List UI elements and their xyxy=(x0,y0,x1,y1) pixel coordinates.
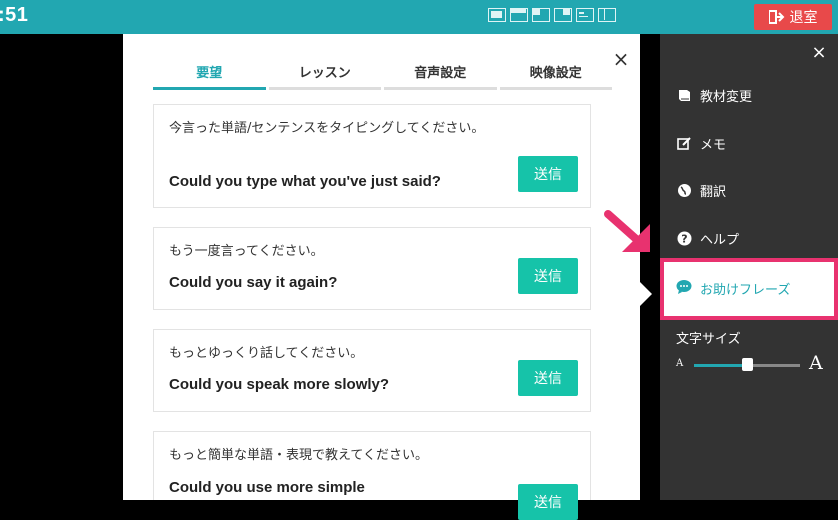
phrase-english: Could you type what you've just said? xyxy=(169,173,441,190)
phrase-japanese: 今言った単語/センテンスをタイピングしてください。 xyxy=(169,121,485,136)
exit-room-button[interactable]: 退室 xyxy=(754,4,832,30)
chat-bubble-icon xyxy=(676,279,692,298)
panel-pointer-icon xyxy=(640,282,652,306)
phrase-english: Could you use more simple xyxy=(169,479,365,496)
modal-gutter xyxy=(640,34,660,500)
font-size-slider-fill xyxy=(694,364,747,367)
annotation-arrow-icon xyxy=(604,210,650,252)
sidebar-item-memo[interactable]: メモ xyxy=(676,131,726,155)
tab-audio-settings[interactable]: 音声設定 xyxy=(384,62,497,90)
font-size-label: 文字サイズ xyxy=(676,332,741,347)
sidebar-close-icon[interactable]: × xyxy=(809,43,829,63)
top-bar: :51 退室 xyxy=(0,0,838,34)
phrase-card: もう一度言ってください。 Could you say it again? 送信 xyxy=(153,227,591,310)
layout-split-top-icon[interactable] xyxy=(510,8,528,22)
font-size-small-icon: A xyxy=(676,358,684,369)
font-size-slider-handle[interactable] xyxy=(742,358,753,371)
exit-label: 退室 xyxy=(789,10,818,26)
layout-switcher xyxy=(488,8,616,26)
sidebar-item-help-phrases[interactable]: お助けフレーズ xyxy=(676,278,790,298)
layout-grid-icon[interactable] xyxy=(532,8,550,22)
layout-cards-icon[interactable] xyxy=(554,8,572,22)
tab-request[interactable]: 要望 xyxy=(153,62,266,90)
layout-columns-icon[interactable] xyxy=(598,8,616,22)
sidebar-item-help[interactable]: ? ヘルプ xyxy=(676,226,739,250)
modal-close-icon[interactable]: × xyxy=(610,48,632,70)
sidebar-item-label: 教材変更 xyxy=(700,89,753,105)
phrase-english: Could you speak more slowly? xyxy=(169,376,390,393)
send-button[interactable]: 送信 xyxy=(518,360,578,396)
edit-icon xyxy=(676,135,692,151)
send-button[interactable]: 送信 xyxy=(518,258,578,294)
svg-text:?: ? xyxy=(681,232,687,245)
send-button[interactable]: 送信 xyxy=(518,156,578,192)
sidebar-item-label: メモ xyxy=(700,137,727,153)
tab-video-settings[interactable]: 映像設定 xyxy=(499,62,612,90)
phrase-japanese: もう一度言ってください。 xyxy=(169,244,324,259)
sidebar-item-label: お助けフレーズ xyxy=(700,282,791,298)
exit-icon xyxy=(768,10,785,24)
sidebar-item-change-material[interactable]: 教材変更 xyxy=(676,83,752,107)
tab-lesson[interactable]: レッスン xyxy=(268,62,381,90)
help-icon: ? xyxy=(676,230,692,246)
phrase-card: もっと簡単な単語・表現で教えてください。 Could you use more … xyxy=(153,431,591,520)
layout-text-icon[interactable] xyxy=(576,8,594,22)
lesson-timer: :51 xyxy=(0,4,29,26)
phrase-japanese: もっとゆっくり話してください。 xyxy=(169,346,364,361)
sidebar-item-label: 翻訳 xyxy=(700,184,727,200)
book-icon xyxy=(676,87,692,103)
phrase-english: Could you say it again? xyxy=(169,274,338,291)
send-button[interactable]: 送信 xyxy=(518,484,578,520)
phrase-card: 今言った単語/センテンスをタイピングしてください。 Could you type… xyxy=(153,104,591,208)
globe-icon xyxy=(676,182,692,198)
sidebar-item-translate[interactable]: 翻訳 xyxy=(676,178,726,202)
sidebar-item-label: ヘルプ xyxy=(700,232,740,248)
phrase-card: もっとゆっくり話してください。 Could you speak more slo… xyxy=(153,329,591,412)
font-size-large-icon: A xyxy=(809,352,823,374)
phrase-japanese: もっと簡単な単語・表現で教えてください。 xyxy=(169,448,428,463)
layout-full-icon[interactable] xyxy=(488,8,506,22)
modal-tabs: 要望 レッスン 音声設定 映像設定 xyxy=(153,62,612,90)
